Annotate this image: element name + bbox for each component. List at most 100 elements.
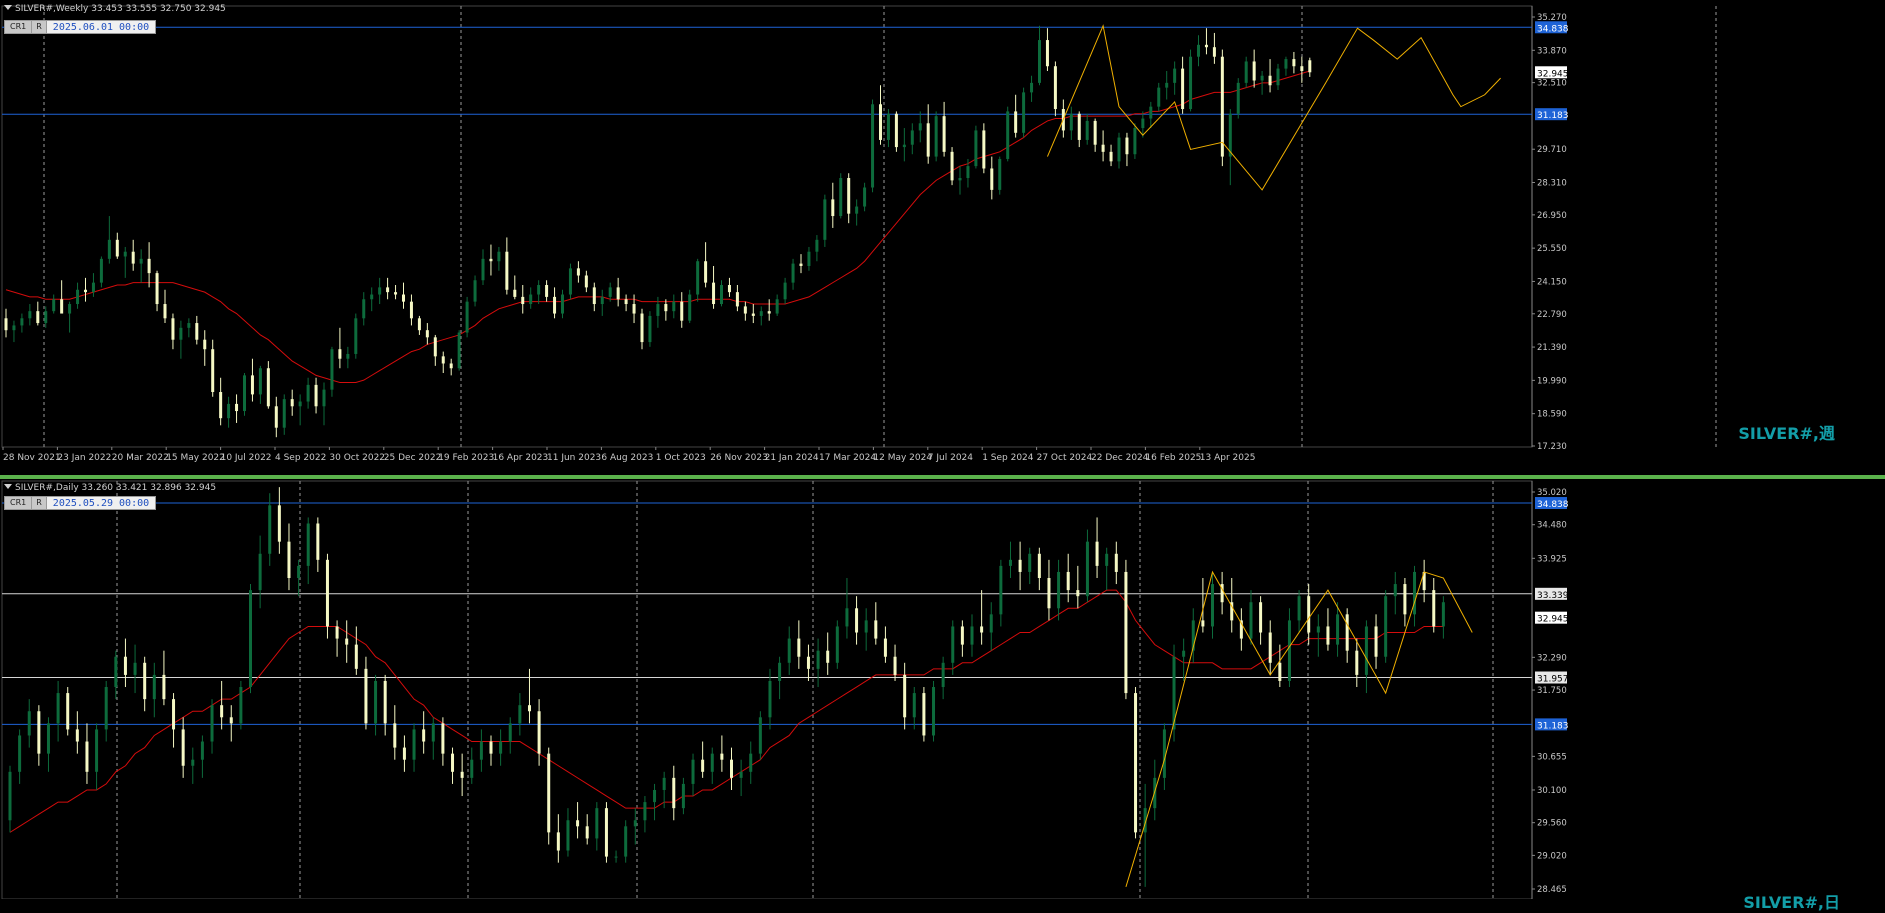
weekly-candle-body: [76, 289, 80, 305]
weekly-candle-body: [1022, 92, 1026, 133]
weekly-candle-body: [36, 311, 40, 324]
weekly-candle-body: [298, 401, 302, 407]
weekly-candle-body: [1117, 137, 1121, 162]
weekly-chart-header: SILVER#,Weekly 33.453 33.555 32.750 32.9…: [4, 4, 226, 14]
weekly-candle-body: [425, 330, 429, 338]
weekly-candle-body: [1149, 106, 1153, 119]
weekly-date-label: 15 May 2022: [166, 453, 225, 463]
weekly-candle-body: [1173, 68, 1177, 83]
weekly-candle-body: [537, 285, 541, 295]
daily-candle-body: [325, 559, 329, 627]
weekly-candle-body: [409, 301, 413, 319]
r-tag: R: [32, 21, 47, 33]
weekly-candle-body: [688, 294, 692, 321]
daily-candle-body: [56, 693, 60, 724]
weekly-candle-body: [473, 280, 477, 302]
weekly-candle-body: [823, 199, 827, 240]
daily-candle-body: [1249, 602, 1253, 639]
daily-candle-body: [989, 614, 993, 633]
weekly-candle-body: [123, 251, 127, 257]
weekly-candle-body: [211, 349, 215, 393]
daily-candle-body: [903, 674, 907, 718]
weekly-candle-body: [720, 285, 723, 305]
weekly-watermark: SILVER#,週: [1738, 424, 1835, 443]
daily-candle-body: [1008, 559, 1012, 566]
daily-candle-body: [768, 680, 772, 718]
weekly-candle-body: [831, 199, 835, 217]
collapse-triangle-icon[interactable]: [4, 484, 12, 489]
daily-price-label: 33.925: [1537, 554, 1567, 564]
weekly-candle-body: [465, 301, 469, 333]
weekly-date-label: 10 Jul 2022: [221, 453, 272, 463]
weekly-moving-average-line: [5, 70, 1310, 384]
weekly-candle-body: [632, 304, 636, 314]
weekly-candle-body: [942, 116, 946, 152]
daily-candle-body: [864, 620, 868, 633]
weekly-chart-canvas[interactable]: 34.83831.18335.27033.87032.94532.51029.7…: [0, 0, 1885, 470]
weekly-candle-body: [20, 318, 24, 326]
daily-candle-body: [393, 723, 397, 748]
daily-candle-body: [133, 662, 137, 675]
daily-current-price-label: 32.945: [1537, 615, 1569, 625]
weekly-candle-body: [12, 325, 16, 331]
daily-price-label: 28.465: [1537, 885, 1567, 895]
weekly-candle-body: [902, 144, 906, 148]
daily-crosshair-box[interactable]: CR1 R 2025.05.29 00:00: [4, 496, 157, 510]
daily-candle-body: [1134, 693, 1138, 833]
daily-candle-body: [835, 626, 839, 663]
daily-watermark: SILVER#,日: [1743, 893, 1840, 912]
daily-candle-body: [730, 759, 733, 778]
weekly-candle-body: [370, 294, 374, 300]
weekly-date-label: 13 Apr 2025: [1200, 453, 1256, 463]
daily-candle-body: [172, 699, 176, 730]
weekly-candle-body: [481, 258, 485, 281]
weekly-price-label: 28.310: [1537, 179, 1567, 189]
weekly-date-label: 1 Sep 2024: [982, 453, 1034, 463]
weekly-date-label: 16 Feb 2025: [1145, 453, 1201, 463]
collapse-triangle-icon[interactable]: [4, 5, 12, 10]
weekly-date-label: 25 Dec 2022: [384, 453, 442, 463]
weekly-candle-body: [807, 251, 811, 266]
weekly-candle-body: [863, 187, 867, 207]
weekly-candle-body: [115, 239, 119, 257]
daily-chart-panel[interactable]: 34.838 33.339 31.957 31.183 35.020 34.480 33.9…: [0, 475, 1885, 912]
weekly-candle-body: [346, 353, 350, 359]
daily-candle-body: [143, 662, 147, 700]
weekly-candle-body: [131, 251, 135, 264]
daily-candle-body: [114, 656, 118, 688]
daily-candle-body: [633, 820, 637, 827]
weekly-date-label: 20 Mar 2022: [112, 453, 169, 463]
weekly-chart-panel[interactable]: 34.838 31.183 35.270 33.870 32.945 32.510 29.7…: [0, 0, 1885, 470]
daily-candle-body: [1037, 553, 1041, 579]
weekly-candle-body: [497, 251, 501, 262]
weekly-crosshair-box[interactable]: CR1 R 2025.06.01 00:00: [4, 20, 157, 34]
daily-candle-body: [27, 711, 31, 736]
daily-candle-body: [681, 783, 685, 809]
weekly-candle-body: [402, 294, 405, 302]
weekly-candle-body: [998, 158, 1002, 190]
weekly-date-label: 4 Sep 2022: [275, 453, 326, 463]
weekly-price-label: 22.790: [1537, 310, 1567, 320]
daily-candle-body: [527, 705, 531, 712]
daily-candle-body: [1307, 596, 1311, 633]
weekly-candle-body: [799, 263, 803, 266]
weekly-candle-body: [1030, 82, 1034, 93]
daily-candle-body: [1105, 553, 1109, 566]
weekly-price-label: 32.510: [1537, 79, 1567, 89]
weekly-price-label: 26.950: [1537, 211, 1567, 221]
daily-candle-body: [383, 680, 387, 724]
weekly-candle-body: [1181, 68, 1185, 110]
daily-chart-canvas[interactable]: 34.838 33.339 31.957 31.183 35.020 34.480 33.9…: [0, 479, 1885, 899]
daily-candle-body: [1336, 614, 1340, 645]
daily-candle-body: [239, 687, 243, 724]
daily-candle-body: [402, 747, 406, 760]
weekly-candle-body: [664, 304, 668, 312]
daily-price-label: 34.480: [1537, 521, 1567, 531]
weekly-candle-body: [179, 327, 183, 340]
daily-price-label: 29.020: [1537, 851, 1567, 861]
weekly-candle-body: [243, 375, 246, 412]
weekly-candle-body: [394, 292, 398, 295]
daily-candle-body: [758, 717, 762, 754]
daily-candle-body: [1413, 571, 1417, 615]
weekly-candle-body: [592, 287, 596, 305]
